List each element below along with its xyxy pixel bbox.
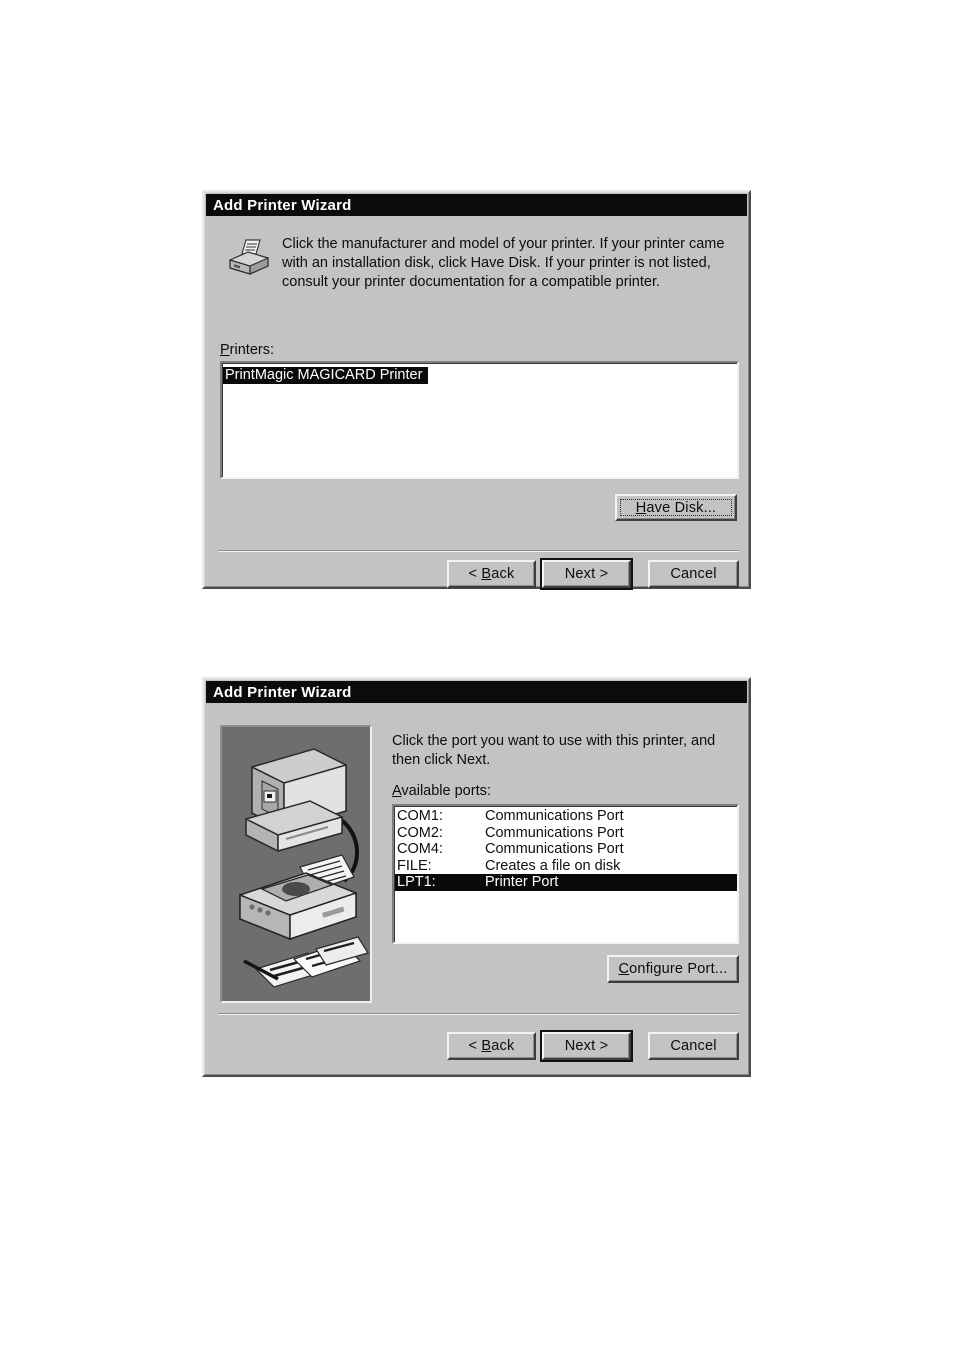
next-label: Next > [564, 1038, 609, 1054]
window-title: Add Printer Wizard [213, 683, 352, 701]
back-label: < Back [468, 566, 515, 582]
next-label: Next > [564, 566, 609, 582]
port-description: Communications Port [485, 841, 624, 857]
list-item[interactable]: COM2: Communications Port [394, 825, 737, 842]
back-label: < Back [468, 1038, 515, 1054]
titlebar: Add Printer Wizard [206, 194, 747, 216]
cancel-label: Cancel [670, 1038, 717, 1054]
back-accel: B [481, 1038, 492, 1054]
intro-text: Click the port you want to use with this… [392, 733, 716, 768]
port-description: Communications Port [485, 808, 624, 824]
next-button[interactable]: Next > [540, 1030, 633, 1062]
printers-listbox[interactable]: PrintMagic MAGICARD Printer [220, 361, 739, 479]
next-button[interactable]: Next > [540, 558, 633, 590]
port-name: LPT1: [397, 874, 436, 890]
list-item[interactable]: COM1: Communications Port [394, 808, 737, 825]
computer-printer-illustration [220, 725, 372, 1003]
port-description: Printer Port [485, 874, 559, 890]
printers-label-accel: P [220, 342, 230, 358]
add-printer-wizard-dialog-ports: Add Printer Wizard Click the port you wa… [202, 677, 751, 1077]
port-description: Creates a file on disk [485, 857, 621, 874]
port-name: FILE: [397, 857, 432, 874]
printers-label: Printers: [220, 342, 274, 358]
add-printer-wizard-dialog-printers: Add Printer Wizard Click the manufacture… [202, 190, 751, 590]
cancel-label: Cancel [670, 566, 717, 582]
list-item[interactable]: PrintMagic MAGICARD Printer [222, 367, 429, 384]
port-name: COM1: [397, 808, 443, 824]
have-disk-label: Have Disk... [635, 499, 717, 516]
available-ports-listbox[interactable]: COM1: Communications Port COM2: Communic… [392, 804, 739, 944]
port-name: COM2: [397, 824, 443, 841]
dialog-body: Click the port you want to use with this… [206, 703, 747, 1073]
port-name: COM4: [397, 841, 443, 857]
configure-port-button[interactable]: Configure Port... [607, 955, 739, 983]
cancel-button[interactable]: Cancel [648, 1032, 739, 1060]
back-button[interactable]: < Back [447, 1032, 536, 1060]
cancel-button[interactable]: Cancel [648, 560, 739, 588]
printer-icon [220, 234, 282, 278]
configure-port-label: Configure Port... [618, 961, 728, 977]
titlebar: Add Printer Wizard [206, 681, 747, 703]
have-disk-button[interactable]: Have Disk... [615, 494, 737, 521]
footer-separator [218, 1013, 739, 1015]
port-description: Communications Port [485, 824, 624, 841]
back-button[interactable]: < Back [447, 560, 536, 588]
intro-text: Click the manufacturer and model of your… [282, 236, 725, 290]
footer-separator [218, 550, 739, 552]
configure-port-accel: C [618, 961, 630, 977]
list-item[interactable]: COM4: Communications Port [394, 841, 737, 858]
list-item[interactable]: FILE: Creates a file on disk [394, 858, 737, 875]
back-accel: B [481, 566, 492, 582]
list-item-selected[interactable]: LPT1: Printer Port [394, 874, 737, 891]
window-title: Add Printer Wizard [213, 196, 352, 214]
dialog-body: Click the manufacturer and model of your… [206, 216, 747, 590]
have-disk-accel: H [635, 499, 647, 516]
intro-block: Click the manufacturer and model of your… [220, 234, 735, 292]
printers-label-rest: rinters: [229, 342, 274, 358]
available-ports-label: Available ports: [392, 783, 491, 799]
available-ports-accel: A [392, 783, 402, 799]
ports-list: COM1: Communications Port COM2: Communic… [394, 806, 737, 891]
available-ports-label-rest: vailable ports: [401, 783, 491, 799]
